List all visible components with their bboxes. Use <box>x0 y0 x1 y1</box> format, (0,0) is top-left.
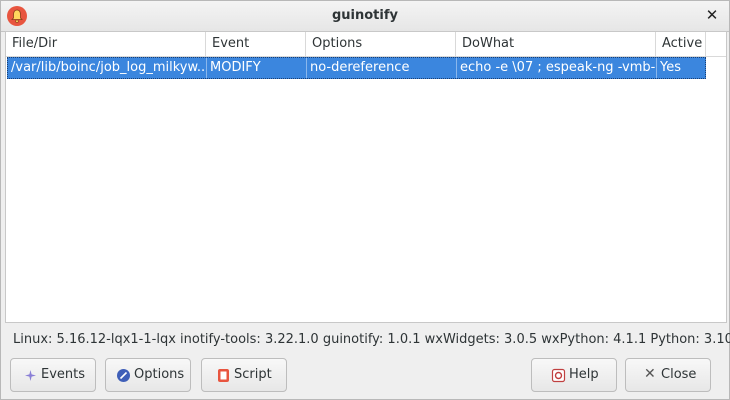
list-row-selected[interactable]: /var/lib/boinc/job_log_milkyw... MODIFY … <box>7 57 706 79</box>
close-icon: ✕ <box>644 366 656 382</box>
cell-file-dir: /var/lib/boinc/job_log_milkyw... <box>8 58 207 78</box>
script-button[interactable]: Script <box>201 358 287 392</box>
help-button[interactable]: Help <box>531 358 617 392</box>
app-window: guinotify ✕ File/Dir Event Options DoWha… <box>0 0 730 400</box>
cell-dowhat: echo -e \07 ; espeak-ng -vmb-... <box>457 58 657 78</box>
column-header-event[interactable]: Event <box>206 32 306 56</box>
cell-active: Yes <box>660 60 681 75</box>
events-label: Events <box>41 367 86 382</box>
column-header-filler <box>706 32 726 56</box>
events-button[interactable]: Events <box>10 358 96 392</box>
column-header-dowhat[interactable]: DoWhat <box>456 32 656 56</box>
events-icon <box>23 368 38 383</box>
help-icon <box>551 368 566 383</box>
watch-list[interactable]: File/Dir Event Options DoWhat Active /va… <box>5 31 727 323</box>
options-label: Options <box>134 367 185 382</box>
script-icon <box>216 368 231 383</box>
script-label: Script <box>234 367 272 382</box>
title-bar[interactable]: guinotify ✕ <box>1 1 729 32</box>
list-header: File/Dir Event Options DoWhat Active <box>6 32 726 57</box>
options-icon <box>116 368 131 383</box>
column-header-options[interactable]: Options <box>306 32 456 56</box>
column-header-active[interactable]: Active <box>656 32 706 56</box>
options-button[interactable]: Options <box>105 358 191 392</box>
cell-event: MODIFY <box>207 58 307 78</box>
close-label: Close <box>661 367 697 382</box>
close-button[interactable]: ✕ Close <box>625 358 711 392</box>
column-header-file-dir[interactable]: File/Dir <box>6 32 206 56</box>
cell-options: no-dereference <box>307 58 457 78</box>
window-title: guinotify <box>331 8 398 23</box>
close-window-icon[interactable]: ✕ <box>703 6 721 24</box>
version-status-text: Linux: 5.16.12-lqx1-1-lqx inotify-tools:… <box>13 332 730 347</box>
help-label: Help <box>569 367 599 382</box>
